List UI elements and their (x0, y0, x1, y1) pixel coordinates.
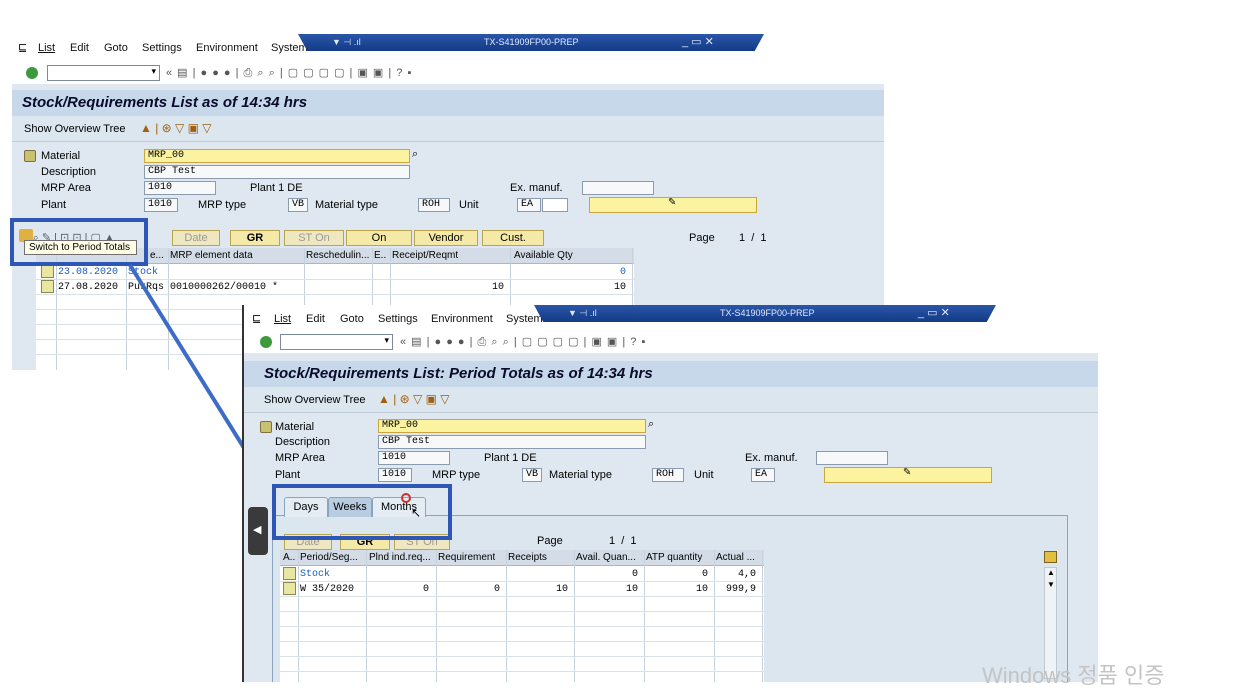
highlight-box-tabs (272, 484, 452, 540)
magnifier-icon[interactable] (283, 567, 296, 580)
menu-settings[interactable]: Settings (378, 313, 418, 325)
row-avail: 10 (625, 584, 638, 595)
row-plnd: 0 (422, 584, 429, 595)
mrp-type-field: VB (522, 468, 542, 482)
show-overview-tree-button[interactable]: Show Overview Tree (264, 394, 365, 406)
unit-label: Unit (694, 469, 714, 481)
col-receipts[interactable]: Receipts (508, 552, 547, 563)
side-collapse-handle[interactable]: ◀ (248, 507, 268, 555)
page-label: Page (537, 535, 563, 547)
col-a[interactable]: A.. (283, 552, 295, 563)
menu-icon[interactable]: ⊑ (252, 312, 261, 325)
window-title: TX-S41909FP00-PREP (720, 308, 815, 318)
unit-field: EA (751, 468, 775, 482)
description-label: Description (275, 436, 331, 448)
row-actual: 999,9 (725, 584, 756, 595)
row-atp: 0 (701, 569, 708, 580)
edit-icon[interactable]: ✎ (903, 468, 911, 480)
material-input[interactable]: MRP_00 (378, 419, 646, 433)
menu-list[interactable]: List (274, 313, 291, 325)
row-period: Stock (300, 569, 331, 580)
window-controls[interactable]: _ ▭ ✕ (918, 306, 950, 319)
watermark: Windows 정품 인증 (982, 663, 1165, 688)
plant-text: Plant 1 DE (484, 452, 537, 464)
mrp-type-label: MRP type (432, 469, 481, 481)
command-field[interactable]: ▾ (280, 334, 393, 350)
row-actual: 4,0 (737, 569, 756, 580)
menu-bar: ⊑ List Edit Goto Settings Environment Sy… (244, 305, 1098, 333)
app-toolbar-icons[interactable]: ▲ | ⊛ ▽ ▣ ▽ (378, 392, 450, 406)
menu-goto[interactable]: Goto (340, 313, 364, 325)
screen-heading: Stock/Requirements List: Period Totals a… (244, 361, 1098, 387)
enter-icon[interactable] (260, 336, 272, 348)
menu-system[interactable]: System (506, 313, 543, 325)
period-totals-grid: A.. Period/Seg... Plnd ind.req... Requir… (280, 550, 764, 682)
row-period: W 35/2020 (300, 584, 355, 595)
material-type-label: Material type (549, 469, 612, 481)
row-atp: 10 (695, 584, 708, 595)
ex-manuf-label: Ex. manuf. (745, 452, 798, 464)
description-field: CBP Test (378, 435, 646, 449)
row-avail: 0 (631, 569, 638, 580)
material-search-icon[interactable]: ⌕ (648, 418, 654, 431)
menu-edit[interactable]: Edit (306, 313, 325, 325)
material-icon[interactable] (260, 421, 272, 433)
mrp-area-label: MRP Area (275, 452, 325, 464)
title-icons[interactable]: ▼ ⊣ .ıl (568, 308, 597, 319)
magnifier-icon[interactable] (283, 582, 296, 595)
col-atp-quantity[interactable]: ATP quantity (646, 552, 702, 563)
col-plnd-ind-req[interactable]: Plnd ind.req... (369, 552, 431, 563)
edit-field[interactable]: ✎ (824, 467, 992, 483)
row-requirement: 0 (493, 584, 500, 595)
column-settings-icon[interactable] (1044, 551, 1057, 563)
col-period[interactable]: Period/Seg... (300, 552, 358, 563)
grid-header: A.. Period/Seg... Plnd ind.req... Requir… (280, 550, 764, 566)
system-toolbar: ▾ « ▤ | ● ● ● | ⎙ ⌕ ⌕ | ▢ ▢ ▢ ▢ | ▣ ▣ | … (244, 331, 1098, 353)
row-receipts: 10 (555, 584, 568, 595)
app-toolbar: Show Overview Tree ▲ | ⊛ ▽ ▣ ▽ (244, 387, 1098, 413)
mrp-area-field: 1010 (378, 451, 450, 465)
material-label: Material (275, 421, 315, 433)
page-value: 1 / 1 (609, 535, 637, 547)
col-requirement[interactable]: Requirement (438, 552, 495, 563)
menu-environment[interactable]: Environment (431, 313, 493, 325)
ex-manuf-field (816, 451, 888, 465)
plant-label: Plant (275, 469, 301, 481)
col-actual[interactable]: Actual ... (716, 552, 755, 563)
material-type-field: ROH (652, 468, 684, 482)
toolbar-icons[interactable]: « ▤ | ● ● ● | ⎙ ⌕ ⌕ | ▢ ▢ ▢ ▢ | ▣ ▣ | ? … (400, 335, 646, 349)
col-avail-quantity[interactable]: Avail. Quan... (576, 552, 636, 563)
plant-field: 1010 (378, 468, 412, 482)
title-bar: ▼ ⊣ .ıl TX-S41909FP00-PREP _ ▭ ✕ (534, 305, 996, 322)
page-title: Stock/Requirements List: Period Totals a… (264, 365, 653, 382)
